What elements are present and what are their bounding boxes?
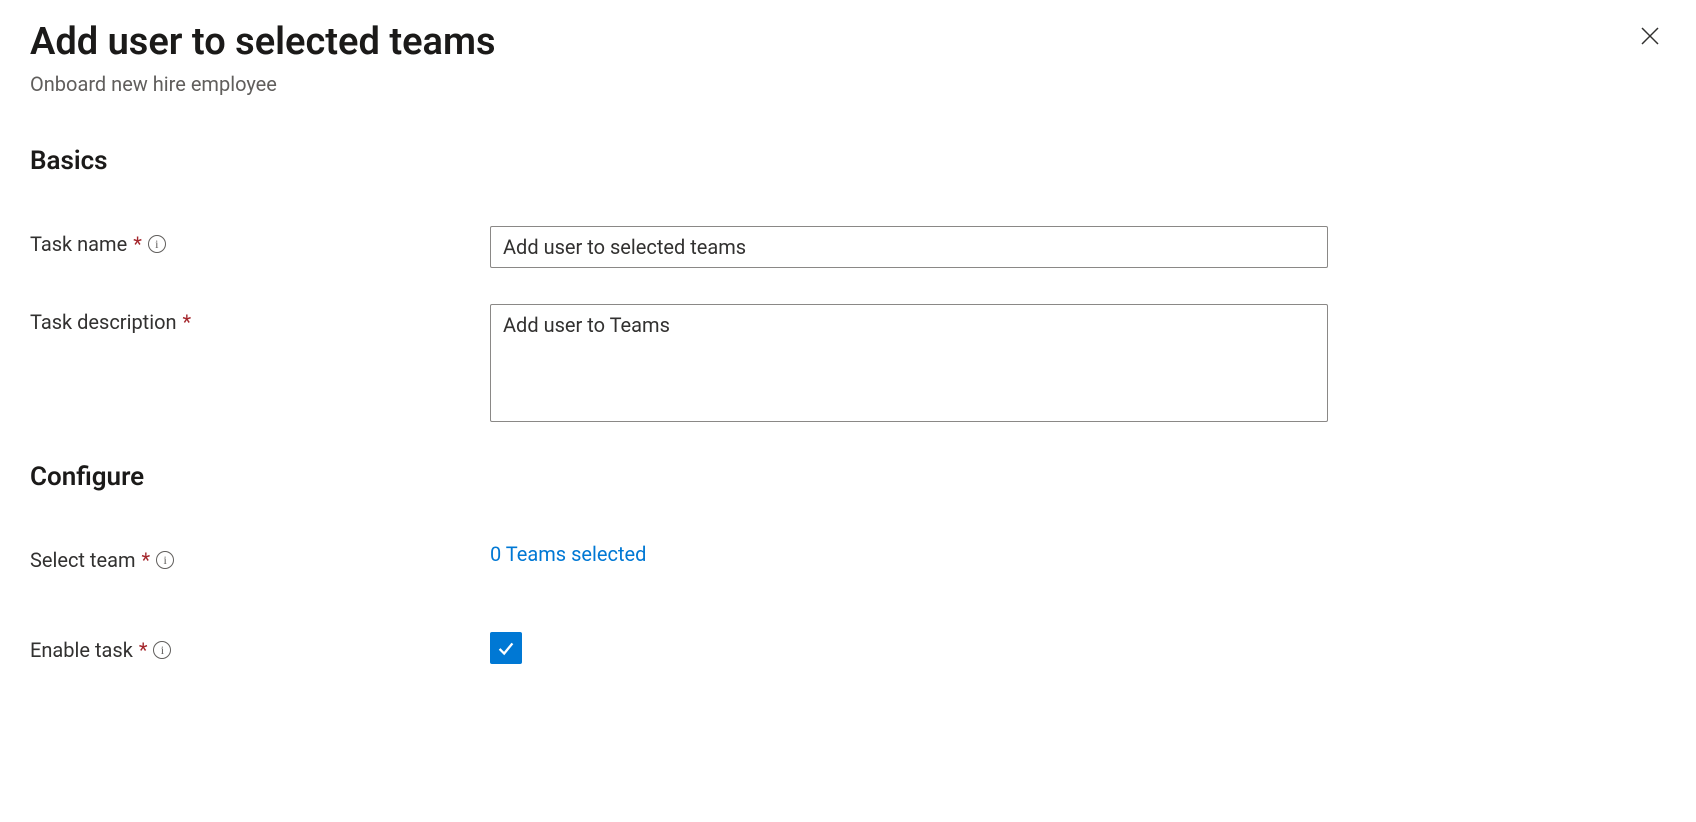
checkmark-icon <box>495 637 517 659</box>
enable-task-control-col <box>490 632 1328 664</box>
basics-heading: Basics <box>30 146 1666 176</box>
task-name-row: Task name * i <box>30 226 1666 268</box>
configure-heading: Configure <box>30 462 1666 492</box>
panel-subtitle: Onboard new hire employee <box>30 72 1634 96</box>
select-team-label-col: Select team * i <box>30 542 490 572</box>
task-name-label: Task name <box>30 232 127 256</box>
required-indicator: * <box>133 232 142 256</box>
select-team-label: Select team <box>30 548 136 572</box>
info-icon[interactable]: i <box>153 641 171 659</box>
required-indicator: * <box>142 548 151 572</box>
select-team-control-col: 0 Teams selected <box>490 542 1328 566</box>
enable-task-label: Enable task <box>30 638 133 662</box>
enable-task-checkbox[interactable] <box>490 632 522 664</box>
header-text-block: Add user to selected teams Onboard new h… <box>30 20 1634 96</box>
required-indicator: * <box>183 310 192 334</box>
task-description-row: Task description * <box>30 304 1666 426</box>
task-name-input[interactable] <box>490 226 1328 268</box>
required-indicator: * <box>139 638 148 662</box>
panel-title: Add user to selected teams <box>30 20 1634 64</box>
close-button[interactable] <box>1634 20 1666 52</box>
task-description-control-col <box>490 304 1328 426</box>
info-icon[interactable]: i <box>156 551 174 569</box>
task-description-label-col: Task description * <box>30 304 490 334</box>
task-description-label: Task description <box>30 310 177 334</box>
close-icon <box>1638 24 1662 48</box>
task-name-control-col <box>490 226 1328 268</box>
task-name-label-col: Task name * i <box>30 226 490 256</box>
task-description-input[interactable] <box>490 304 1328 422</box>
enable-task-label-col: Enable task * i <box>30 632 490 662</box>
panel-header: Add user to selected teams Onboard new h… <box>30 20 1666 96</box>
teams-selected-link[interactable]: 0 Teams selected <box>490 542 646 566</box>
info-icon[interactable]: i <box>148 235 166 253</box>
enable-task-row: Enable task * i <box>30 632 1666 664</box>
select-team-row: Select team * i 0 Teams selected <box>30 542 1666 572</box>
